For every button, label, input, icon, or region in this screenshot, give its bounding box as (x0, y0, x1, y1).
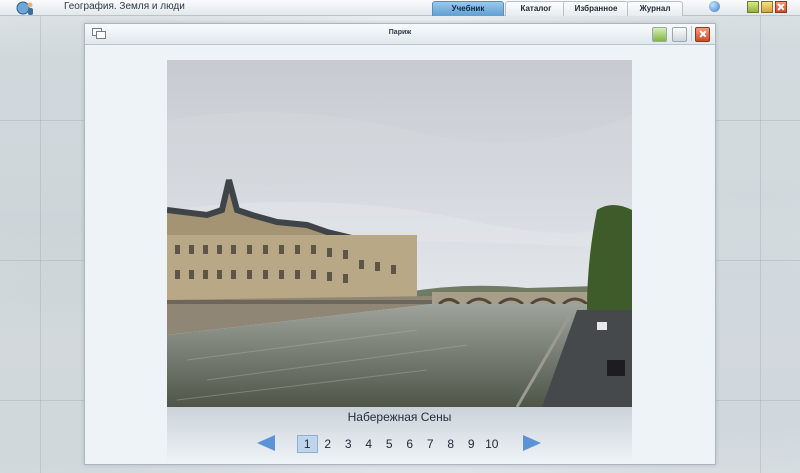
app-header: География. Земля и люди Учебник Каталог … (0, 0, 800, 16)
page-number[interactable]: 5 (379, 436, 400, 452)
page-number[interactable]: 9 (461, 436, 482, 452)
next-arrow-icon[interactable] (523, 435, 541, 451)
tab-textbook[interactable]: Учебник (432, 1, 504, 16)
page-number[interactable]: 4 (359, 436, 380, 452)
image-viewer-dialog: Париж Набережная Сены 1 2 3 4 5 6 7 8 9 … (84, 23, 716, 465)
prev-arrow-icon[interactable] (257, 435, 275, 451)
close-icon[interactable] (775, 1, 787, 13)
tab-catalog[interactable]: Каталог (505, 1, 567, 16)
dialog-title: Париж (388, 29, 412, 36)
photo-seine-embankment (167, 60, 632, 407)
page-numbers: 1 2 3 4 5 6 7 8 9 10 (297, 435, 502, 453)
photo-caption: Набережная Сены (347, 410, 452, 424)
divider (691, 26, 692, 41)
page-number[interactable]: 10 (482, 436, 503, 452)
help-icon[interactable] (709, 1, 720, 12)
page-number[interactable]: 3 (338, 436, 359, 452)
page-number[interactable]: 7 (420, 436, 441, 452)
page-number-current[interactable]: 1 (297, 435, 318, 453)
print-icon[interactable] (672, 27, 687, 42)
globe-person-icon[interactable] (14, 0, 36, 16)
minimize-icon[interactable] (747, 1, 759, 13)
save-icon[interactable] (652, 27, 667, 42)
app-title: География. Земля и люди (64, 1, 185, 12)
dialog-close-button[interactable] (695, 27, 710, 42)
maximize-icon[interactable] (761, 1, 773, 13)
tab-favorites[interactable]: Избранное (563, 1, 629, 16)
pagination: 1 2 3 4 5 6 7 8 9 10 (257, 433, 547, 453)
tab-journal[interactable]: Журнал (627, 1, 683, 16)
page-number[interactable]: 8 (441, 436, 462, 452)
dialog-titlebar: Париж (85, 24, 715, 45)
page-number[interactable]: 6 (400, 436, 421, 452)
page-number[interactable]: 2 (318, 436, 339, 452)
